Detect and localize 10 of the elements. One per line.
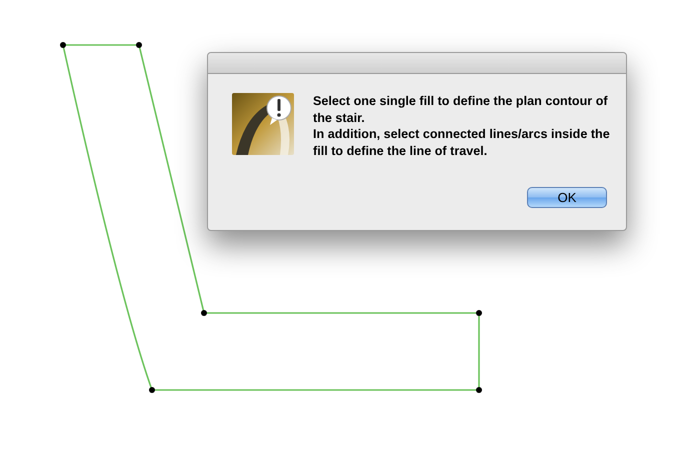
message-text: In addition, select connected lines/arcs inside the fill to define the line of travel.: [313, 126, 611, 159]
vertex-point: [476, 387, 482, 393]
message-text: Select one single fill to define the plan contour of the stair.: [313, 93, 609, 126]
stair-warning-icon: [232, 93, 294, 155]
vertex-point: [60, 42, 66, 48]
vertex-point: [136, 42, 142, 48]
ok-button[interactable]: OK: [527, 187, 607, 208]
vertex-point: [149, 387, 155, 393]
vertex-point: [201, 310, 207, 316]
vertex-point: [476, 310, 482, 316]
